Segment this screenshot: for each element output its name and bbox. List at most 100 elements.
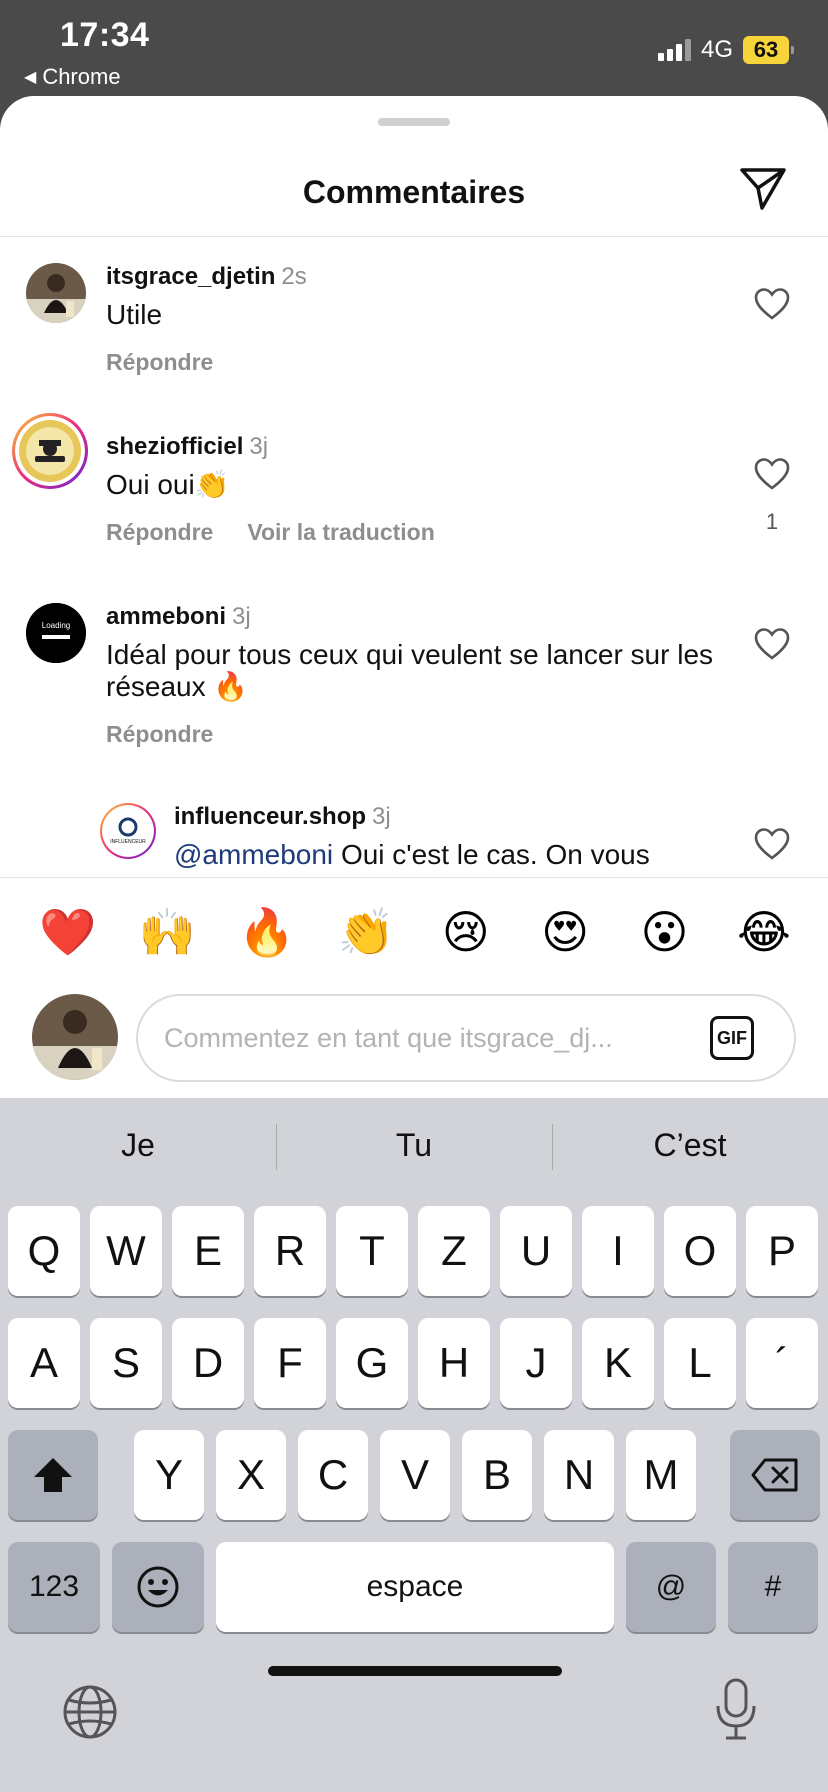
reply-button[interactable]: Répondre: [106, 519, 213, 546]
status-bar: 17:34 ◀ Chrome 4G 63: [0, 0, 828, 96]
comment-username[interactable]: ammeboni: [106, 603, 226, 630]
at-key[interactable]: @: [626, 1542, 716, 1632]
comments-list: itsgrace_djetin 2s Utile Répondre shezio…: [0, 237, 828, 877]
comment-input-placeholder: Commentez en tant que itsgrace_dj...: [164, 1023, 613, 1053]
key[interactable]: J: [500, 1318, 572, 1408]
keyboard: Je Tu C’est Q W E R T Z U I O P A S D F …: [0, 1098, 828, 1792]
comment-header: ammeboni 3j: [106, 603, 251, 631]
microphone-icon[interactable]: [714, 1678, 758, 1742]
shift-arrow-icon: [34, 1458, 72, 1492]
key[interactable]: ´: [746, 1318, 818, 1408]
shift-key[interactable]: [8, 1430, 98, 1520]
avatar[interactable]: [26, 263, 86, 323]
key[interactable]: K: [582, 1318, 654, 1408]
status-time: 17:34: [60, 16, 150, 54]
key[interactable]: P: [746, 1206, 818, 1296]
key[interactable]: C: [298, 1430, 368, 1520]
key[interactable]: B: [462, 1430, 532, 1520]
key[interactable]: X: [216, 1430, 286, 1520]
key[interactable]: T: [336, 1206, 408, 1296]
key[interactable]: L: [664, 1318, 736, 1408]
mention-link[interactable]: @ammeboni: [174, 839, 333, 870]
key[interactable]: E: [172, 1206, 244, 1296]
space-key[interactable]: espace: [216, 1542, 614, 1632]
reaction-heart-eyes[interactable]: 😍: [535, 904, 595, 964]
hash-key[interactable]: #: [728, 1542, 818, 1632]
comment-username[interactable]: itsgrace_djetin: [106, 263, 275, 290]
comment-text: @ammeboni Oui c'est le cas. On vous: [174, 839, 734, 871]
numbers-key[interactable]: 123: [8, 1542, 100, 1632]
comment-header: itsgrace_djetin 2s: [106, 263, 307, 291]
key[interactable]: F: [254, 1318, 326, 1408]
like-heart-icon[interactable]: [754, 627, 790, 661]
reply-button[interactable]: Répondre: [106, 349, 213, 376]
backspace-key[interactable]: [730, 1430, 820, 1520]
avatar[interactable]: INFLUENCEUR: [100, 803, 156, 859]
key[interactable]: N: [544, 1430, 614, 1520]
reaction-clap[interactable]: 👏: [336, 904, 396, 964]
comment-time: 3j: [249, 433, 269, 460]
back-triangle-icon: ◀: [24, 69, 37, 86]
reply-button[interactable]: Répondre: [106, 721, 213, 748]
key[interactable]: Y: [134, 1430, 204, 1520]
globe-icon[interactable]: [62, 1684, 118, 1740]
composer-avatar: [32, 994, 118, 1080]
avatar[interactable]: Loading: [26, 603, 86, 663]
reaction-crying[interactable]: 😢: [436, 904, 496, 964]
comment-text-body: Oui c'est le cas. On vous: [340, 839, 650, 870]
comment-text: Oui oui👏: [106, 469, 230, 500]
home-indicator[interactable]: [268, 1666, 562, 1676]
key[interactable]: M: [626, 1430, 696, 1520]
sheet-title: Commentaires: [302, 174, 526, 210]
key[interactable]: R: [254, 1206, 326, 1296]
comments-sheet: Commentaires itsgrace_djetin 2s Utile Rép…: [0, 96, 828, 1098]
comment-username[interactable]: sheziofficiel: [106, 433, 243, 460]
key[interactable]: G: [336, 1318, 408, 1408]
comment-username[interactable]: influenceur.shop: [174, 803, 366, 830]
like-count: 1: [765, 509, 779, 534]
key[interactable]: O: [664, 1206, 736, 1296]
like-heart-icon[interactable]: [754, 457, 790, 491]
divider: [0, 877, 828, 878]
comment-time: 3j: [372, 803, 391, 830]
key[interactable]: W: [90, 1206, 162, 1296]
sheet-grabber[interactable]: [378, 118, 450, 126]
reaction-raised-hands[interactable]: 🙌: [137, 904, 197, 964]
comment-actions: Répondre: [106, 349, 213, 376]
comment-time: 3j: [232, 603, 251, 630]
comment-text: Idéal pour tous ceux qui veulent se lanc…: [106, 639, 714, 702]
comment-header: influenceur.shop 3j: [174, 803, 391, 831]
like-heart-icon[interactable]: [754, 287, 790, 321]
comment-input[interactable]: Commentez en tant que itsgrace_dj... GIF: [136, 994, 796, 1082]
key[interactable]: I: [582, 1206, 654, 1296]
send-icon[interactable]: [738, 166, 788, 212]
suggestion-item[interactable]: C’est: [552, 1118, 828, 1172]
comment-item: itsgrace_djetin 2s Utile Répondre: [0, 237, 828, 407]
see-translation-button[interactable]: Voir la traduction: [247, 519, 434, 546]
suggestion-item[interactable]: Tu: [276, 1118, 552, 1172]
comment-header: sheziofficiel 3j: [106, 433, 268, 461]
reaction-fire[interactable]: 🔥: [237, 904, 297, 964]
key[interactable]: H: [418, 1318, 490, 1408]
status-indicators: 4G 63: [657, 36, 794, 64]
key[interactable]: Q: [8, 1206, 80, 1296]
network-type: 4G: [700, 36, 733, 63]
key[interactable]: Z: [418, 1206, 490, 1296]
key[interactable]: V: [380, 1430, 450, 1520]
reaction-laughing[interactable]: 😂: [734, 904, 794, 964]
back-to-app-link[interactable]: ◀ Chrome: [24, 64, 121, 90]
comment-reply-item: INFLUENCEUR influenceur.shop 3j @ammeboni…: [0, 777, 828, 877]
reaction-surprised[interactable]: 😮: [635, 904, 695, 964]
comment-item: sheziofficiel 3j Oui oui👏 Répondre Voir l…: [0, 407, 828, 577]
suggestion-item[interactable]: Je: [0, 1118, 276, 1172]
key[interactable]: U: [500, 1206, 572, 1296]
signal-icon: [657, 39, 691, 61]
key[interactable]: D: [172, 1318, 244, 1408]
gif-button[interactable]: GIF: [710, 1016, 754, 1060]
emoji-key[interactable]: [112, 1542, 204, 1632]
key[interactable]: S: [90, 1318, 162, 1408]
like-heart-icon[interactable]: [754, 827, 790, 861]
key[interactable]: A: [8, 1318, 80, 1408]
reaction-heart[interactable]: ❤️: [38, 904, 98, 964]
avatar[interactable]: [12, 413, 88, 489]
